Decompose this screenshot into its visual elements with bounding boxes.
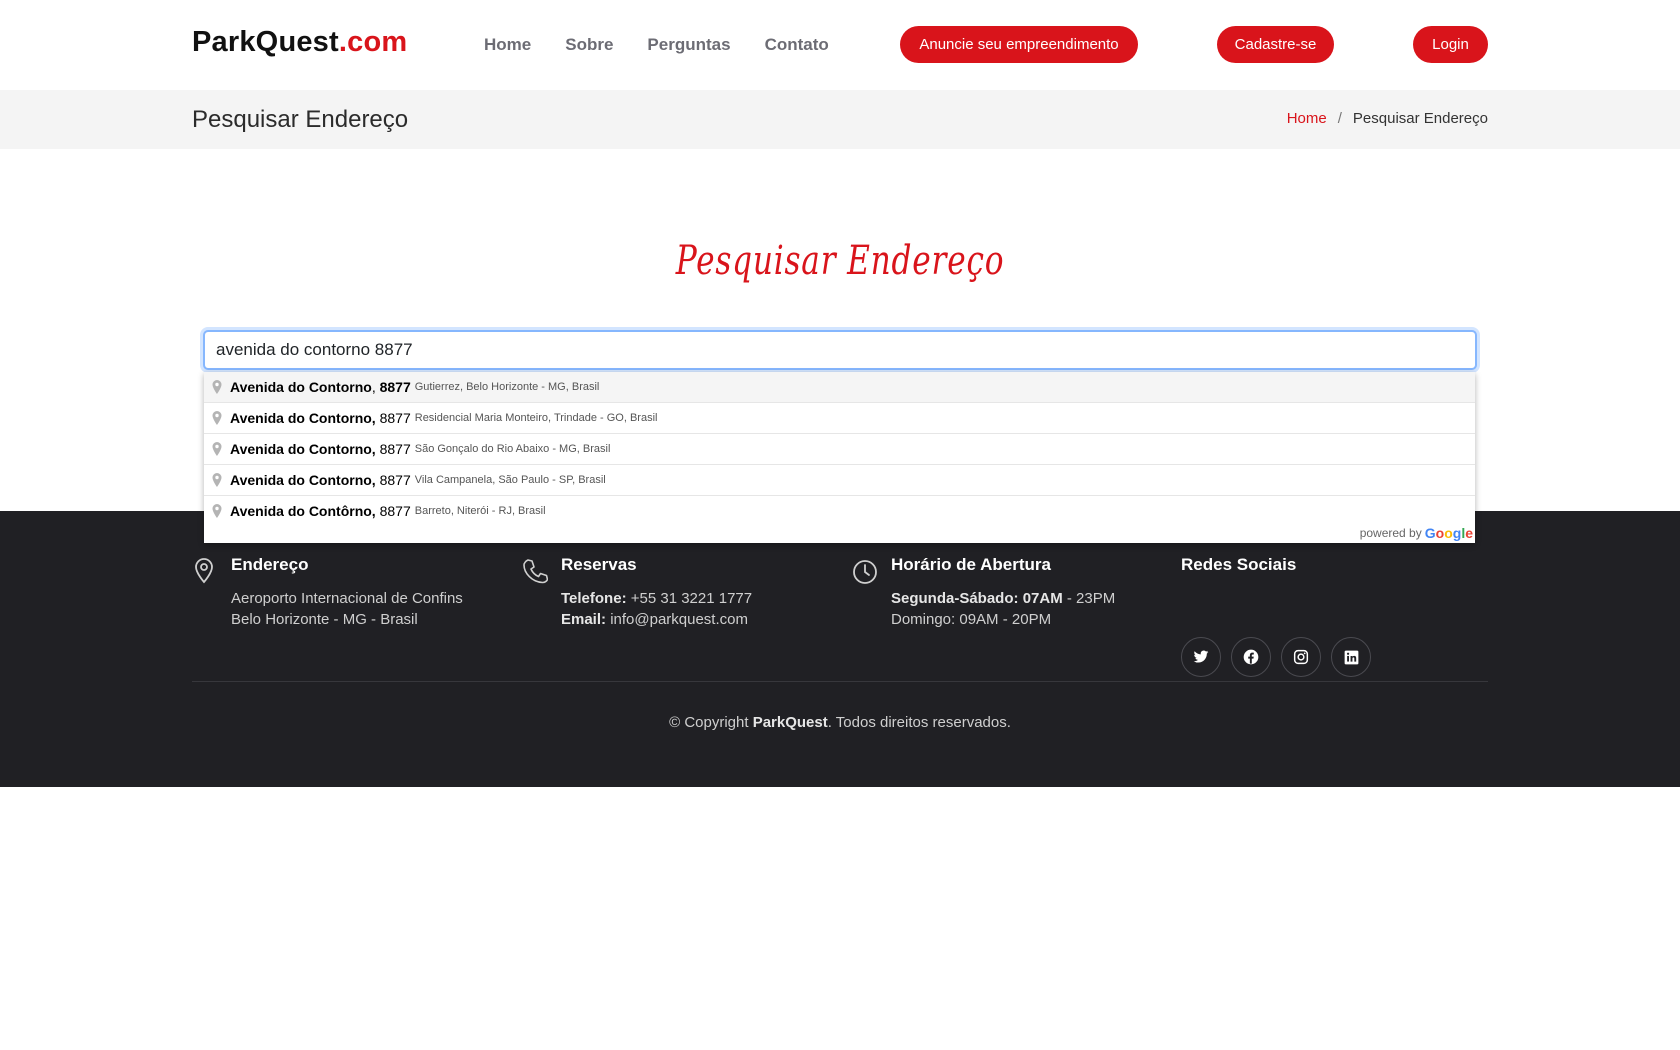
- search-heading: Pesquisar Endereço: [675, 238, 1005, 284]
- autocomplete-number: 8877: [379, 472, 411, 488]
- site-header: ParkQuest.com Home Sobre Perguntas Conta…: [0, 0, 1680, 90]
- map-pin-icon: [210, 472, 224, 488]
- weekday-close: - 23PM: [1062, 590, 1116, 607]
- google-logo: Google: [1424, 525, 1473, 541]
- autocomplete-number: 8877: [379, 410, 411, 426]
- copyright-brand: ParkQuest: [752, 714, 828, 731]
- nav-perguntas[interactable]: Perguntas: [647, 35, 730, 55]
- autocomplete-secondary: Barreto, Niterói - RJ, Brasil: [414, 505, 546, 517]
- phone-number[interactable]: +55 31 3221 1777: [631, 590, 752, 607]
- nav-sobre[interactable]: Sobre: [565, 35, 613, 55]
- powered-by-text: powered by: [1359, 526, 1422, 540]
- copyright-prefix: © Copyright: [669, 714, 753, 731]
- login-button[interactable]: Login: [1413, 26, 1488, 63]
- footer-social-title: Redes Sociais: [1181, 555, 1297, 574]
- facebook-icon[interactable]: [1231, 637, 1271, 677]
- linkedin-icon[interactable]: [1331, 637, 1371, 677]
- email-label: Email:: [561, 611, 607, 628]
- address-search-input[interactable]: [203, 330, 1477, 370]
- autocomplete-main: Avenida do Contorno,: [230, 441, 376, 457]
- breadcrumb: Home / Pesquisar Endereço: [1287, 110, 1488, 127]
- autocomplete-dropdown: Avenida do Contorno, 8877 Gutierrez, Bel…: [204, 372, 1475, 543]
- copyright: © Copyright ParkQuest. Todos direitos re…: [0, 714, 1680, 731]
- breadcrumb-separator: /: [1337, 110, 1342, 127]
- clock-icon: [852, 557, 878, 585]
- autocomplete-main: Avenida do Contôrno,: [230, 503, 376, 519]
- autocomplete-number: 8877: [379, 379, 411, 395]
- logo-tld: .com: [338, 26, 408, 58]
- autocomplete-secondary: São Gonçalo do Rio Abaixo - MG, Brasil: [414, 443, 611, 455]
- footer-divider: [192, 681, 1488, 682]
- site-footer: Endereço Aeroporto Internacional de Conf…: [0, 511, 1680, 787]
- weekday-label: Segunda-Sábado:: [891, 590, 1019, 607]
- instagram-icon[interactable]: [1281, 637, 1321, 677]
- map-pin-icon: [210, 503, 224, 519]
- autocomplete-secondary: Vila Campanela, São Paulo - SP, Brasil: [414, 474, 606, 486]
- page-title-band: Pesquisar Endereço Home / Pesquisar Ende…: [0, 90, 1680, 149]
- autocomplete-item[interactable]: Avenida do Contôrno, 8877 Barreto, Niter…: [204, 495, 1475, 526]
- autocomplete-item[interactable]: Avenida do Contorno, 8877 São Gonçalo do…: [204, 433, 1475, 464]
- page-title: Pesquisar Endereço: [192, 106, 409, 133]
- autocomplete-number: 8877: [379, 441, 411, 457]
- phone-label: Telefone:: [561, 590, 627, 607]
- anuncie-button[interactable]: Anuncie seu empreendimento: [900, 26, 1138, 63]
- social-links: [1181, 637, 1381, 677]
- autocomplete-item[interactable]: Avenida do Contorno, 8877 Vila Campanela…: [204, 464, 1475, 495]
- footer-address-line2: Belo Horizonte - MG - Brasil: [231, 611, 418, 628]
- footer-reservas-title: Reservas: [561, 555, 637, 574]
- sunday-hours: Domingo: 09AM - 20PM: [891, 611, 1052, 628]
- nav-home[interactable]: Home: [484, 35, 531, 55]
- autocomplete-main: Avenida do Contorno: [230, 379, 372, 395]
- map-pin-icon: [210, 410, 224, 426]
- logo-text: ParkQuest: [192, 26, 339, 58]
- signup-button[interactable]: Cadastre-se: [1217, 26, 1334, 63]
- location-pin-icon: [192, 557, 218, 585]
- breadcrumb-current: Pesquisar Endereço: [1352, 110, 1488, 127]
- autocomplete-main: Avenida do Contorno,: [230, 472, 376, 488]
- map-pin-icon: [210, 379, 224, 395]
- weekday-open: 07AM: [1022, 590, 1063, 607]
- autocomplete-item[interactable]: Avenida do Contorno, 8877 Gutierrez, Bel…: [204, 372, 1475, 402]
- email-address[interactable]: info@parkquest.com: [610, 611, 748, 628]
- footer-address-title: Endereço: [231, 555, 309, 574]
- autocomplete-number: 8877: [379, 503, 411, 519]
- twitter-icon[interactable]: [1181, 637, 1221, 677]
- logo[interactable]: ParkQuest.com: [192, 26, 407, 59]
- main-nav: Home Sobre Perguntas Contato: [484, 35, 863, 55]
- autocomplete-secondary: Residencial Maria Monteiro, Trindade - G…: [414, 412, 658, 424]
- autocomplete-item[interactable]: Avenida do Contorno, 8877 Residencial Ma…: [204, 402, 1475, 433]
- autocomplete-secondary: Gutierrez, Belo Horizonte - MG, Brasil: [414, 381, 600, 393]
- phone-icon: [522, 557, 549, 585]
- copyright-suffix: . Todos direitos reservados.: [827, 714, 1011, 731]
- powered-by-google: powered by Google: [1360, 525, 1473, 541]
- footer-address-line1: Aeroporto Internacional de Confins: [231, 590, 463, 607]
- footer-horario-title: Horário de Abertura: [891, 555, 1051, 574]
- autocomplete-main: Avenida do Contorno,: [230, 410, 376, 426]
- breadcrumb-home[interactable]: Home: [1287, 110, 1327, 127]
- nav-contato[interactable]: Contato: [765, 35, 829, 55]
- map-pin-icon: [210, 441, 224, 457]
